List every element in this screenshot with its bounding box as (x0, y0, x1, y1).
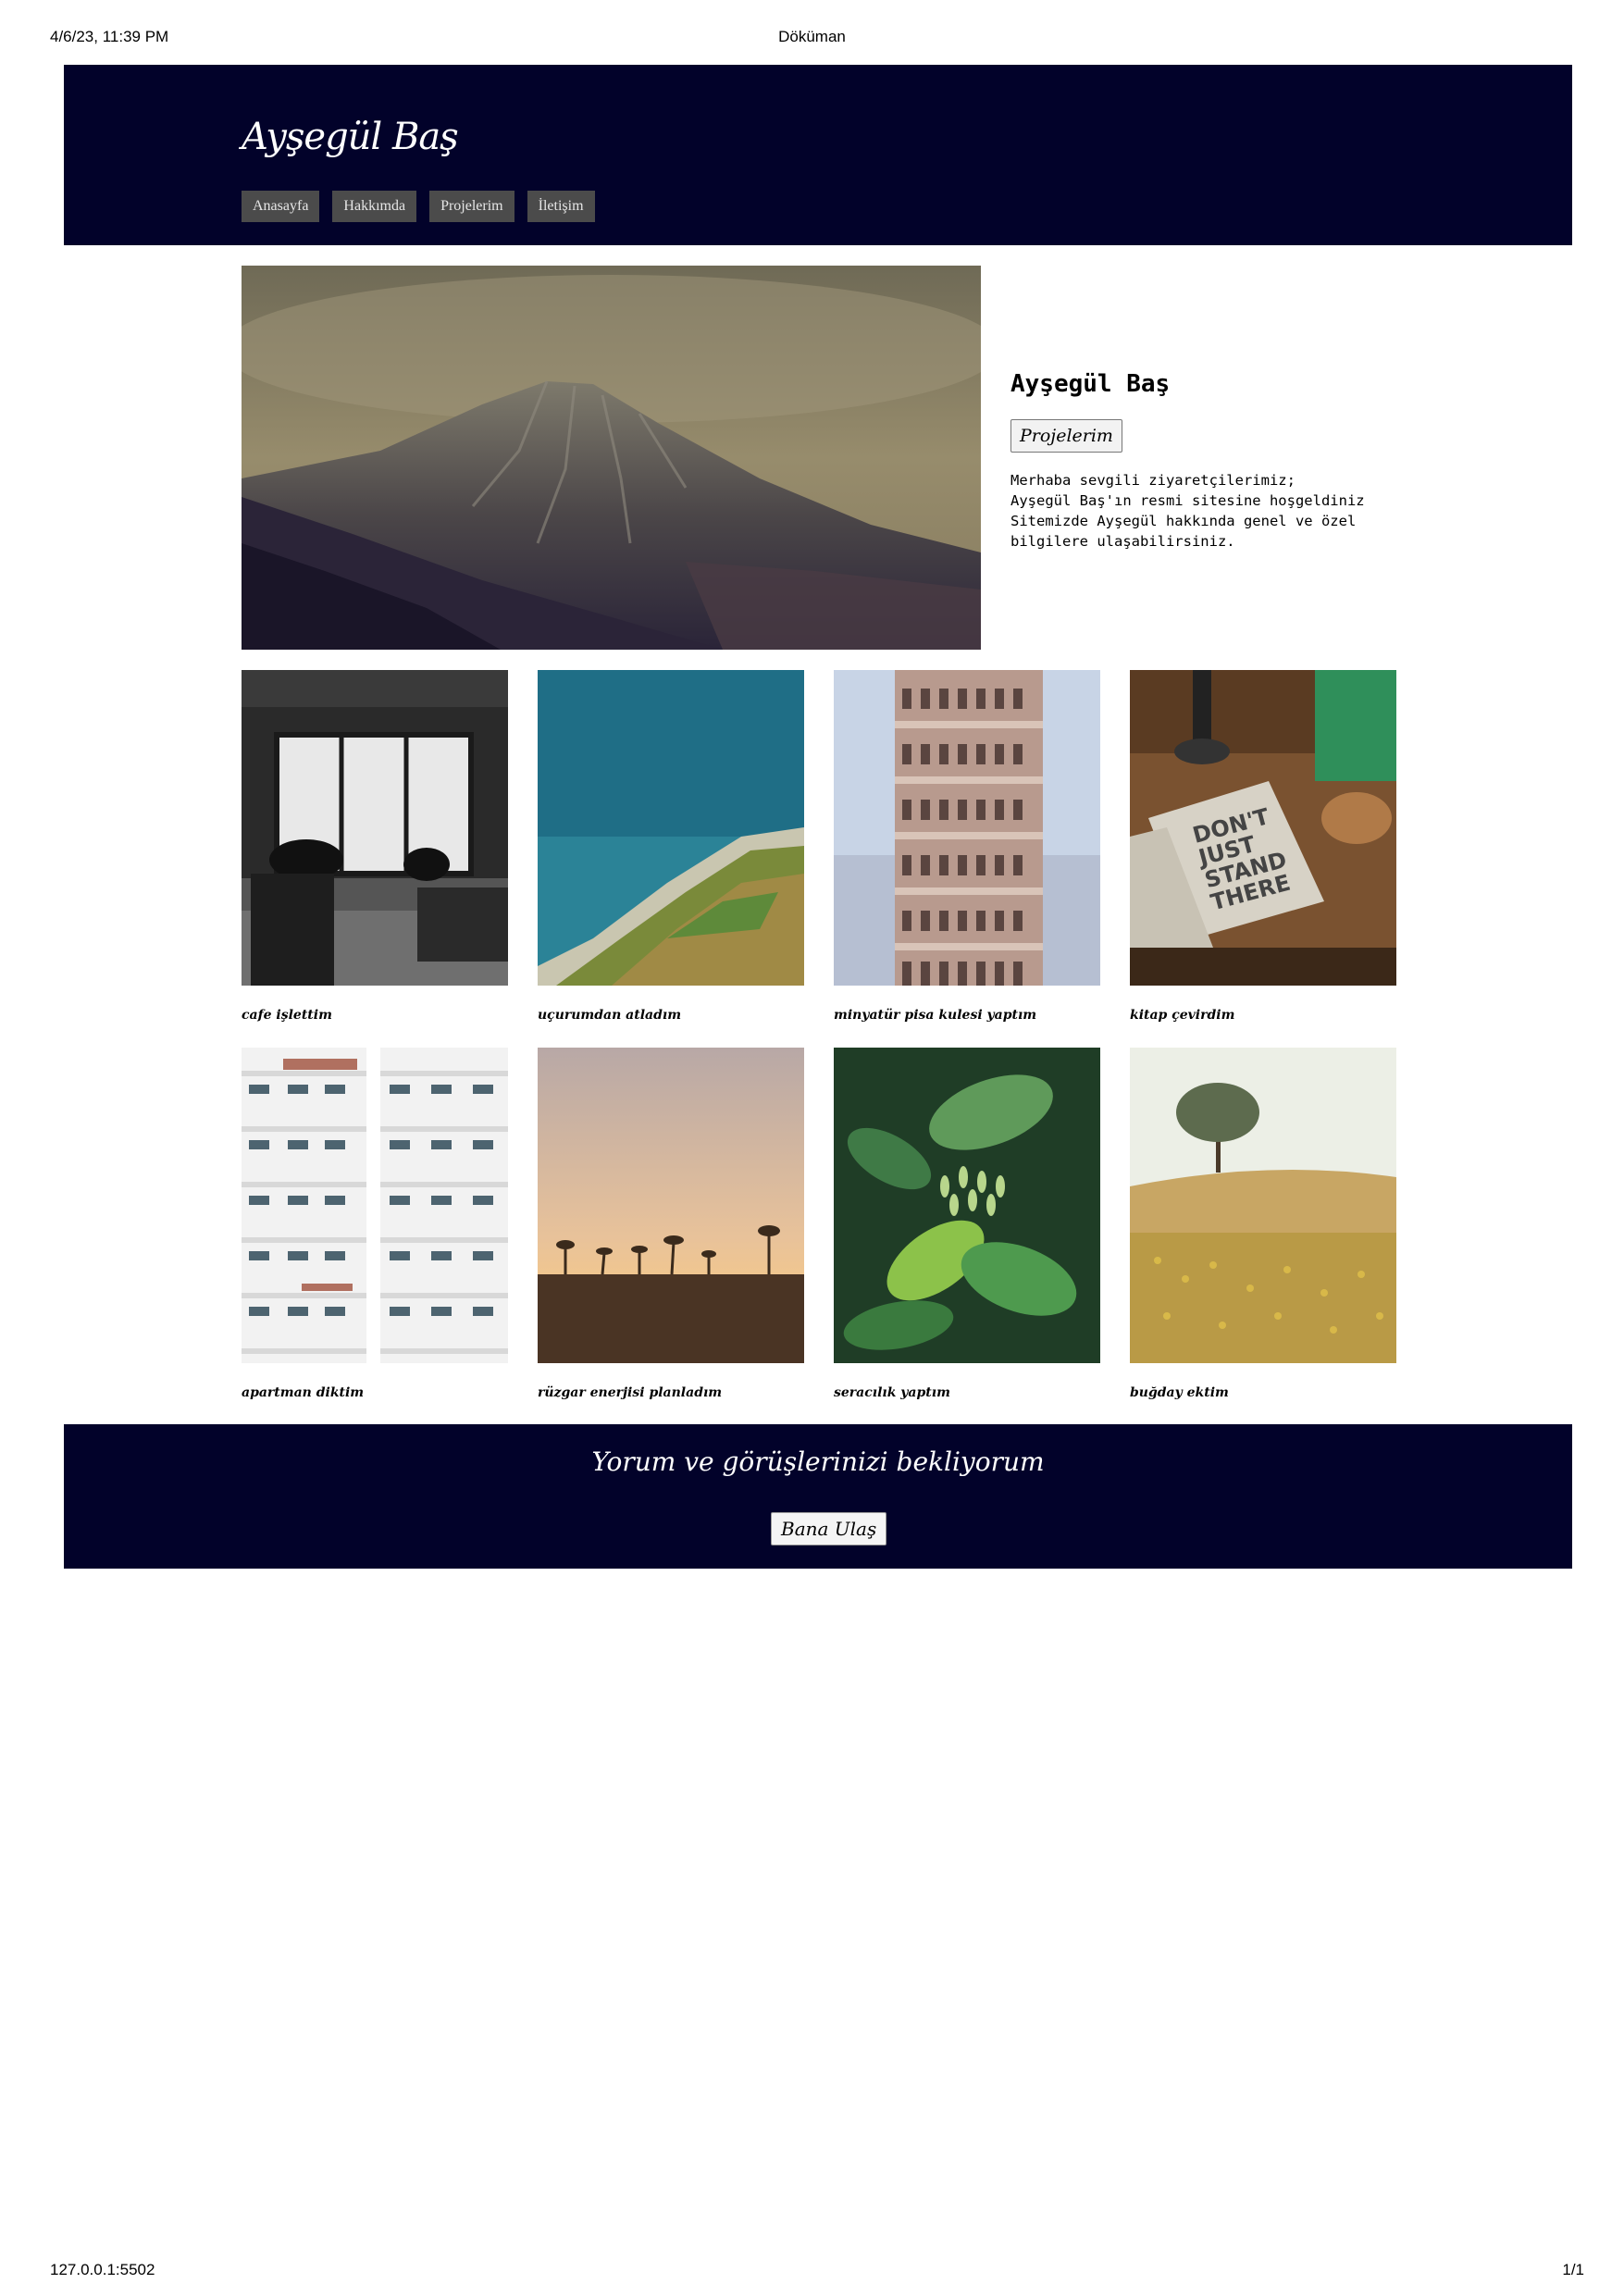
hero-text-line: Merhaba sevgili ziyaretçilerimiz; (1010, 472, 1295, 489)
pisa-tower-photo (834, 670, 1100, 986)
site-header: Ayşegül Baş Anasayfa Hakkımda Projelerim… (64, 65, 1572, 245)
print-page-number: 1/1 (1562, 2261, 1584, 2278)
hero-text-line: bilgilere ulaşabilirsiniz. (1010, 533, 1235, 550)
nav-projects[interactable]: Projelerim (429, 191, 514, 222)
hero-mountain-image (242, 266, 981, 650)
project-card-pisa[interactable]: minyatür pisa kulesi yaptım (834, 670, 1100, 1023)
hero-name: Ayşegül Baş (1010, 370, 1171, 398)
apartment-photo (242, 1048, 508, 1363)
field-photo (1130, 1048, 1396, 1363)
hero-text-line: Sitemizde Ayşegül hakkında genel ve özel (1010, 513, 1357, 529)
project-caption: apartman diktim (242, 1385, 365, 1400)
nav-about[interactable]: Hakkımda (332, 191, 417, 222)
project-card-greenhouse[interactable]: seracılık yaptım (834, 1048, 1100, 1400)
hero-text-line: Ayşegül Baş'ın resmi sitesine hoşgeldini… (1010, 492, 1365, 509)
project-card-book[interactable]: DON'T JUST STAND THERE kitap çevirdim (1130, 670, 1396, 1023)
project-card-apartment[interactable]: apartman diktim (242, 1048, 508, 1400)
main-nav: Anasayfa Hakkımda Projelerim İletişim (242, 191, 595, 222)
project-caption: seracılık yaptım (834, 1385, 950, 1400)
project-caption: uçurumdan atladım (538, 1008, 682, 1023)
project-caption: minyatür pisa kulesi yaptım (834, 1008, 1037, 1023)
project-caption: kitap çevirdim (1130, 1008, 1235, 1023)
cafe-photo (242, 670, 508, 986)
hero-welcome-text: Merhaba sevgili ziyaretçilerimiz; Ayşegü… (1010, 470, 1418, 552)
project-card-cafe[interactable]: cafe işlettim (242, 670, 508, 1023)
project-caption: rüzgar enerjisi planladım (538, 1385, 723, 1400)
contact-button[interactable]: Bana Ulaş (771, 1512, 887, 1545)
nav-contact[interactable]: İletişim (527, 191, 595, 222)
print-title: Döküman (778, 28, 846, 45)
cliff-photo (538, 670, 804, 986)
plant-photo (834, 1048, 1100, 1363)
project-card-wind[interactable]: rüzgar enerjisi planladım (538, 1048, 804, 1400)
project-card-cliff[interactable]: uçurumdan atladım (538, 670, 804, 1023)
site-logo[interactable]: Ayşegül Baş (242, 116, 459, 158)
contact-band: Yorum ve görüşlerinizi bekliyorum Bana U… (64, 1424, 1572, 1569)
projects-button[interactable]: Projelerim (1010, 419, 1122, 453)
nav-home[interactable]: Anasayfa (242, 191, 320, 222)
project-caption: cafe işlettim (242, 1008, 332, 1023)
sunset-photo (538, 1048, 804, 1363)
contact-band-title: Yorum ve görüşlerinizi bekliyorum (591, 1446, 1045, 1477)
print-url: 127.0.0.1:5502 (50, 2261, 155, 2278)
project-caption: buğday ektim (1130, 1385, 1229, 1400)
project-card-wheat[interactable]: buğday ektim (1130, 1048, 1396, 1400)
book-photo: DON'T JUST STAND THERE (1130, 670, 1396, 986)
